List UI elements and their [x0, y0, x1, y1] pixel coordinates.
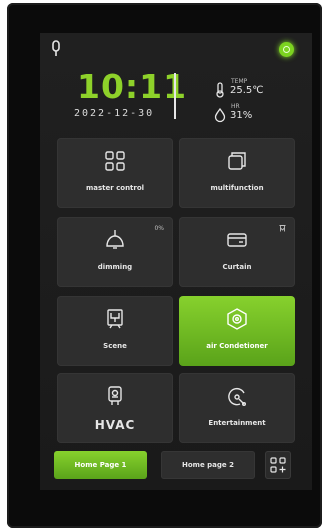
screen: 10:11 2022-12-30 25.5℃ TEMP 31% HR maste… — [40, 33, 312, 490]
stacked-cards-icon — [226, 150, 248, 172]
tile-entertainment[interactable]: Entertainment — [179, 373, 295, 443]
tile-label: HVAC — [94, 418, 136, 432]
dimming-level-badge: 0% — [154, 225, 164, 232]
temperature-value: 25.5℃ — [230, 84, 264, 96]
clock-time: 10:11 — [77, 67, 188, 106]
air-conditioner-icon — [226, 308, 248, 330]
microphone-icon[interactable] — [49, 40, 63, 58]
ceiling-lamp-icon — [104, 229, 126, 251]
temperature-label: TEMP — [231, 78, 248, 85]
header-divider — [174, 73, 176, 119]
tile-label: Entertainment — [208, 419, 266, 427]
tile-curtain[interactable]: Curtain — [179, 217, 295, 287]
curtain-icon — [226, 229, 248, 251]
tile-label: master control — [85, 184, 145, 192]
tile-label: air Condetioner — [206, 342, 268, 350]
curtain-small-icon — [279, 225, 286, 232]
humidity-value: 31% — [230, 109, 253, 121]
tile-air-conditioner[interactable]: air Condetioner — [179, 296, 295, 366]
droplet-icon — [212, 107, 228, 123]
humidity-label: HR — [231, 103, 240, 110]
clock-date: 2022-12-30 — [74, 108, 155, 119]
tile-hvac[interactable]: HVAC — [57, 373, 173, 443]
tile-scene[interactable]: Scene — [57, 296, 173, 366]
entertainment-icon — [226, 385, 248, 407]
tile-multifunction[interactable]: multifunction — [179, 138, 295, 208]
thermometer-icon — [212, 82, 228, 98]
tile-label: dimming — [97, 263, 133, 271]
add-page-button[interactable] — [265, 451, 291, 479]
tile-label: Curtain — [222, 263, 252, 271]
tile-label: Scene — [103, 342, 127, 350]
home-page-2-button[interactable]: Home page 2 — [161, 451, 255, 479]
four-squares-icon — [104, 150, 126, 172]
scene-icon — [104, 308, 126, 330]
status-indicator-icon[interactable] — [279, 42, 294, 57]
add-grid-icon — [270, 457, 286, 473]
hvac-icon — [104, 385, 126, 407]
tile-dimming[interactable]: 0% dimming — [57, 217, 173, 287]
home-page-1-button[interactable]: Home Page 1 — [54, 451, 147, 479]
tile-master-control[interactable]: master control — [57, 138, 173, 208]
tile-label: multifunction — [210, 184, 264, 192]
